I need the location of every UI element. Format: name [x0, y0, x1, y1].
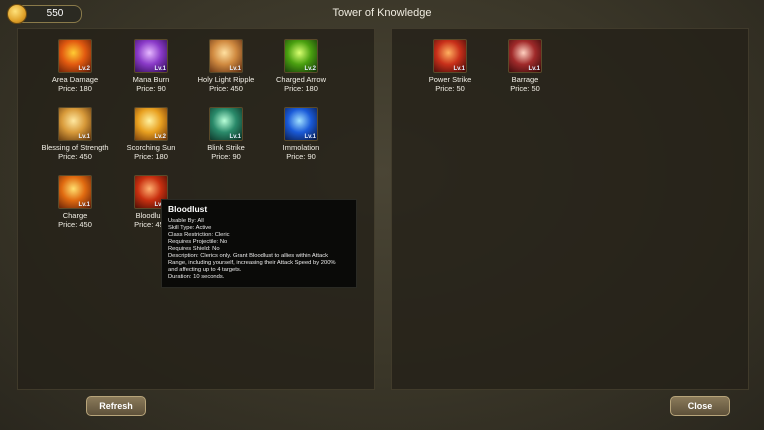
skill-price: Price: 180 — [134, 152, 168, 161]
skill-price: Price: 450 — [58, 220, 92, 229]
skill-item[interactable]: Lv.1 Blessing of Strength Price: 450 — [40, 107, 110, 161]
skill-price: Price: 90 — [211, 152, 241, 161]
skill-level: Lv.1 — [154, 66, 166, 72]
skill-item[interactable]: Lv.1 Power Strike Price: 50 — [415, 39, 485, 93]
skill-price: Price: 180 — [58, 84, 92, 93]
skill-item[interactable]: Lv.1 Charge Price: 450 — [40, 175, 110, 229]
skill-icon[interactable]: Lv.1 — [58, 107, 92, 141]
skill-item[interactable]: Lv.1 Holy Light Ripple Price: 450 — [191, 39, 261, 93]
skill-icon[interactable]: Lv.2 — [284, 39, 318, 73]
skill-price: Price: 90 — [286, 152, 316, 161]
skill-price: Price: 50 — [510, 84, 540, 93]
skill-name: Blessing of Strength — [41, 143, 109, 152]
refresh-button[interactable]: Refresh — [86, 396, 146, 416]
skill-price: Price: 90 — [136, 84, 166, 93]
skill-item[interactable]: Lv.2 Charged Arrow Price: 180 — [266, 39, 336, 93]
skill-item[interactable]: Lv.2 Area Damage Price: 180 — [40, 39, 110, 93]
skill-icon[interactable]: Lv.1 — [508, 39, 542, 73]
owned-skills-panel: Lv.1 Power Strike Price: 50 Lv.1 Barrage Pric… — [391, 28, 749, 390]
skill-name: Power Strike — [428, 75, 472, 84]
tooltip-line: Duration: 10 seconds. — [168, 274, 225, 280]
tooltip-line: Description: Clerics only. Grant Bloodlu… — [168, 253, 329, 259]
skill-icon[interactable]: Lv.1 — [433, 39, 467, 73]
skill-name: Holy Light Ripple — [197, 75, 255, 84]
game-screen: { "header": { "title": "Tower of Knowled… — [0, 0, 764, 430]
skill-item[interactable]: Lv.1 Barrage Price: 50 — [490, 39, 560, 93]
skill-name: Area Damage — [51, 75, 99, 84]
skill-level: Lv.1 — [304, 134, 316, 140]
tooltip-line: Requires Shield: No — [168, 246, 220, 252]
skill-item[interactable]: Lv.2 Scorching Sun Price: 180 — [116, 107, 186, 161]
skill-icon[interactable]: Lv.1 — [209, 39, 243, 73]
skill-name: Immolation — [282, 143, 320, 152]
skill-item[interactable]: Lv.1 Immolation Price: 90 — [266, 107, 336, 161]
skill-level: Lv.1 — [229, 66, 241, 72]
skill-name: Blink Strike — [207, 143, 245, 152]
skill-tooltip: Bloodlust Usable By: All Skill Type: Acti… — [161, 199, 357, 288]
tooltip-line: and affecting up to 4 targets. — [168, 267, 242, 273]
tooltip-line: Skill Type: Active — [168, 225, 212, 231]
skill-name: Charge — [62, 211, 88, 220]
skill-level: Lv.1 — [453, 66, 465, 72]
skill-icon[interactable]: Lv.1 — [58, 175, 92, 209]
top-bar: 550 Tower of Knowledge — [0, 0, 764, 26]
skill-icon[interactable]: Lv.1 — [284, 107, 318, 141]
tooltip-title: Bloodlust — [168, 204, 208, 214]
tooltip-line: Class Restriction: Cleric — [168, 232, 230, 238]
skill-price: Price: 450 — [58, 152, 92, 161]
skill-icon[interactable]: Lv.1 — [209, 107, 243, 141]
skill-price: Price: 450 — [209, 84, 243, 93]
skill-name: Barrage — [511, 75, 539, 84]
skill-name: Scorching Sun — [126, 143, 176, 152]
skill-price: Price: 50 — [435, 84, 465, 93]
skill-level: Lv.2 — [154, 134, 166, 140]
skill-level: Lv.1 — [78, 202, 90, 208]
skill-icon[interactable]: Lv.2 — [58, 39, 92, 73]
skill-name: Charged Arrow — [275, 75, 327, 84]
skill-level: Lv.1 — [229, 134, 241, 140]
tooltip-line: Range, including yourself, increasing th… — [168, 260, 336, 266]
tooltip-line: Requires Projectile: No — [168, 239, 228, 245]
skill-item[interactable]: Lv.1 Blink Strike Price: 90 — [191, 107, 261, 161]
skill-level: Lv.1 — [78, 134, 90, 140]
skill-price: Price: 180 — [284, 84, 318, 93]
skill-level: Lv.2 — [78, 66, 90, 72]
skill-item[interactable]: Lv.1 Mana Burn Price: 90 — [116, 39, 186, 93]
skill-icon[interactable]: Lv.1 — [134, 39, 168, 73]
window-title: Tower of Knowledge — [332, 7, 432, 19]
tooltip-line: Usable By: All — [168, 218, 204, 224]
skill-name: Mana Burn — [132, 75, 170, 84]
close-button[interactable]: Close — [670, 396, 730, 416]
skill-level: Lv.2 — [304, 66, 316, 72]
skill-level: Lv.1 — [528, 66, 540, 72]
skill-icon[interactable]: Lv.2 — [134, 107, 168, 141]
